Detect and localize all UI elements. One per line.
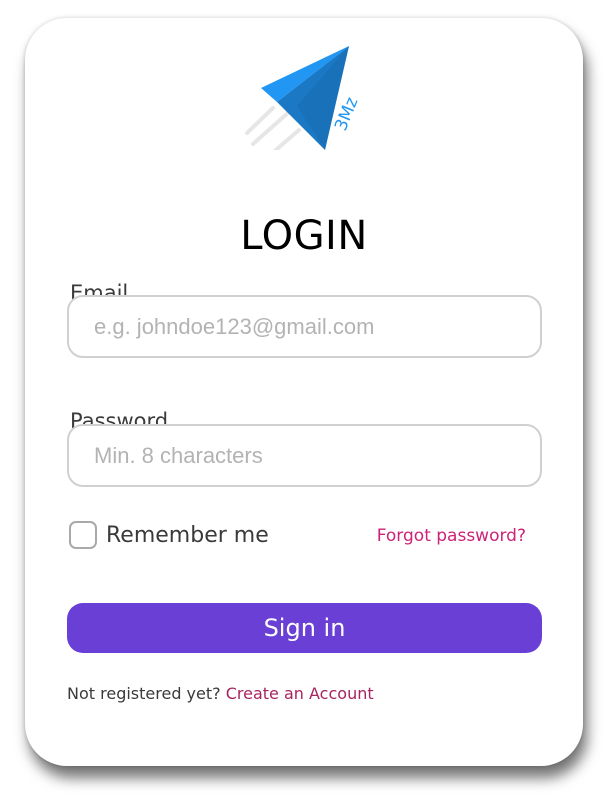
password-field[interactable]: [67, 424, 542, 487]
login-card: 3Mz LOGIN Email Password Remember me For…: [25, 18, 583, 766]
paper-plane-logo-icon: 3Mz: [245, 46, 363, 150]
forgot-password-link[interactable]: Forgot password?: [377, 526, 526, 546]
remember-me-label: Remember me: [106, 522, 269, 548]
sign-in-button[interactable]: Sign in: [67, 603, 542, 653]
register-prompt-text: Not registered yet?: [67, 684, 221, 703]
remember-me-checkbox[interactable]: [69, 521, 97, 549]
remember-me-option[interactable]: Remember me: [69, 521, 269, 549]
email-field[interactable]: [67, 295, 542, 358]
page-title: LOGIN: [240, 213, 368, 259]
register-prompt: Not registered yet? Create an Account: [67, 684, 374, 703]
create-account-link[interactable]: Create an Account: [226, 684, 374, 703]
